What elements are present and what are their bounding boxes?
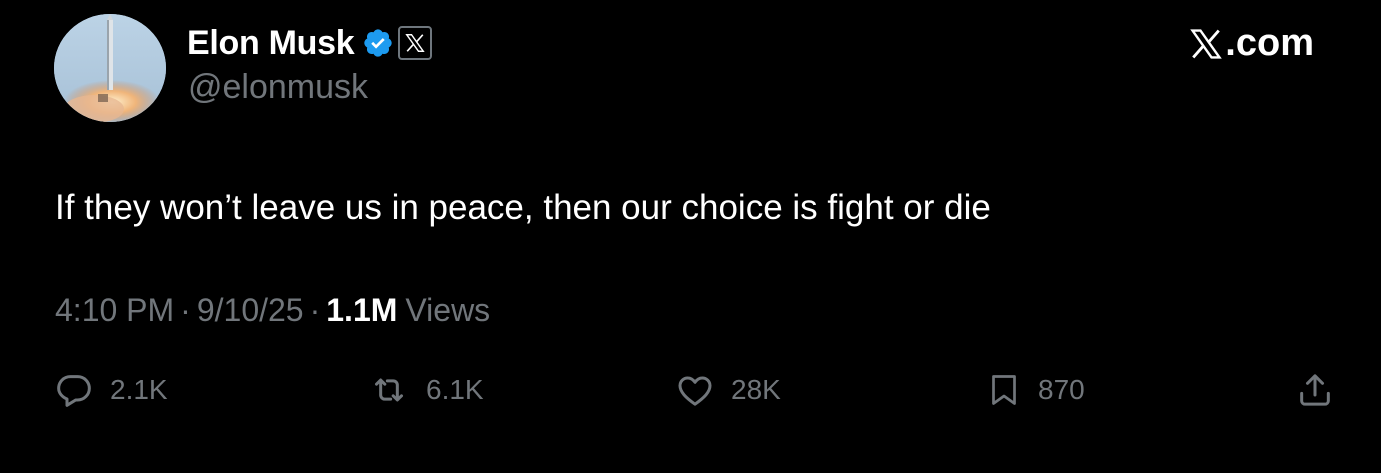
- tweet-time[interactable]: 4:10 PM: [55, 292, 174, 329]
- bookmark-icon: [992, 375, 1016, 405]
- x-logo-icon: [1190, 28, 1223, 59]
- tweet-meta: 4:10 PM · 9/10/25 · 1.1M Views: [55, 292, 490, 329]
- views-count: 1.1M: [326, 292, 398, 328]
- x-logo-icon: [405, 34, 425, 52]
- reply-button[interactable]: 2.1K: [54, 370, 168, 410]
- meta-separator: ·: [309, 292, 321, 328]
- repost-button[interactable]: 6.1K: [368, 370, 484, 410]
- author-handle[interactable]: @elonmusk: [188, 68, 368, 107]
- author-display-name[interactable]: Elon Musk: [187, 24, 355, 63]
- site-brand: .com: [1189, 22, 1314, 65]
- views-label: Views: [405, 292, 491, 328]
- x-affiliate-badge[interactable]: [398, 26, 433, 60]
- share-button[interactable]: [1295, 370, 1335, 410]
- verified-badge-icon: [364, 29, 392, 57]
- rocket-launch-avatar: [54, 14, 166, 122]
- reply-count: 2.1K: [110, 374, 168, 405]
- like-count: 28K: [731, 374, 781, 405]
- tweet-date[interactable]: 9/10/25: [197, 292, 304, 329]
- avatar[interactable]: [54, 14, 166, 122]
- like-button[interactable]: 28K: [675, 370, 781, 410]
- heart-icon: [678, 376, 712, 406]
- tweet-text: If they won’t leave us in peace, then ou…: [55, 188, 991, 227]
- repost-icon: [375, 378, 403, 402]
- tweet-card: Elon Musk @elonmusk .com If they won’t l…: [0, 0, 1381, 473]
- repost-count: 6.1K: [426, 374, 484, 405]
- bookmark-count: 870: [1038, 374, 1085, 405]
- author-name-row: Elon Musk: [187, 20, 433, 66]
- share-icon: [1300, 374, 1330, 406]
- site-brand-label: .com: [1225, 22, 1314, 64]
- bookmark-button[interactable]: 870: [986, 370, 1085, 410]
- reply-icon: [57, 375, 91, 407]
- meta-separator: ·: [180, 292, 191, 328]
